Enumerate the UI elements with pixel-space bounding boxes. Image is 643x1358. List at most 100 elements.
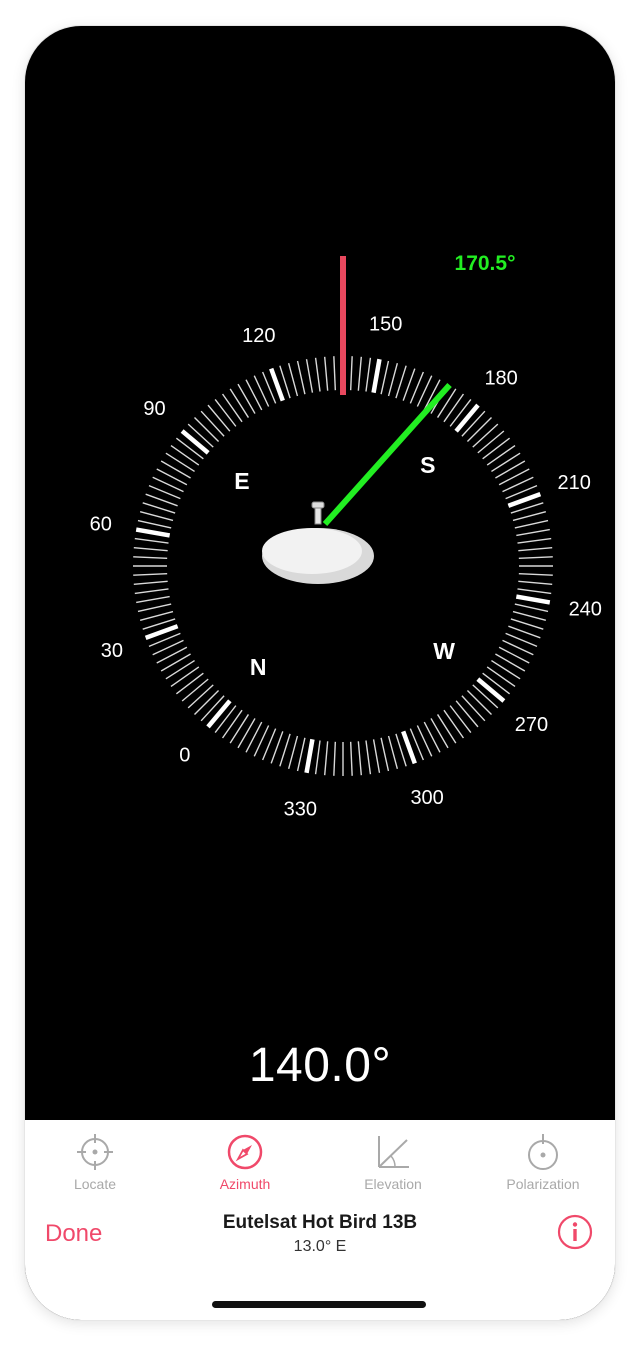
minor-tick (165, 452, 195, 473)
minor-tick (187, 684, 214, 709)
home-indicator (212, 1301, 426, 1308)
minor-tick (518, 580, 553, 586)
major-tick (476, 677, 506, 703)
minor-tick (449, 398, 472, 427)
major-tick (454, 403, 480, 433)
minor-tick (472, 423, 499, 448)
minor-tick (380, 737, 390, 772)
minor-tick (514, 603, 549, 613)
minor-tick (305, 359, 314, 393)
minor-tick (387, 362, 399, 397)
minor-tick (486, 666, 516, 688)
minor-tick (482, 672, 511, 695)
minor-tick (449, 705, 472, 734)
satellite-name: Eutelsat Hot Bird 13B (222, 1212, 418, 1233)
minor-tick (160, 653, 191, 672)
minor-tick (333, 356, 337, 391)
cardinal-S: S (420, 452, 435, 478)
cardinal-E: E (234, 468, 249, 494)
minor-tick (296, 360, 306, 395)
target-azimuth-readout: 170.5° (455, 252, 516, 275)
minor-tick (221, 709, 243, 739)
compass-dial[interactable]: 0 30 60 90 120 150 180 210 240 270 300 330 N E S W 170… (25, 26, 615, 1026)
minor-tick (214, 705, 237, 734)
minor-tick (514, 519, 549, 529)
minor-tick (365, 740, 372, 775)
minor-tick (491, 452, 521, 473)
dial-label: 90 (143, 398, 165, 420)
minor-tick (477, 430, 505, 454)
dial-label: 150 (369, 314, 402, 336)
minor-tick (482, 437, 511, 460)
minor-tick (512, 510, 547, 522)
info-icon[interactable] (557, 1214, 593, 1250)
minor-tick (357, 356, 363, 391)
minor-tick (466, 689, 492, 715)
cardinal-N: N (250, 654, 267, 680)
minor-tick (237, 383, 256, 414)
tab-label: Azimuth (219, 1176, 271, 1192)
minor-tick (517, 588, 552, 595)
minor-tick (133, 572, 168, 576)
major-tick (180, 429, 210, 455)
minor-tick (170, 666, 200, 688)
dial-label: 240 (569, 599, 602, 621)
minor-tick (175, 437, 204, 460)
dial-label: 30 (101, 640, 123, 662)
minor-tick (395, 365, 407, 399)
minor-tick (214, 398, 237, 427)
minor-tick (142, 502, 176, 514)
minor-tick (314, 357, 321, 392)
minor-tick (175, 672, 204, 695)
minor-tick (181, 678, 209, 702)
minor-tick (287, 362, 299, 397)
minor-tick (486, 444, 516, 466)
minor-tick (461, 410, 486, 437)
minor-tick (194, 417, 220, 443)
dial-label: 120 (242, 325, 275, 347)
minor-tick (387, 735, 399, 770)
minor-tick (510, 618, 544, 630)
angle-icon (378, 1136, 409, 1168)
minor-tick (430, 718, 449, 749)
minor-tick (194, 689, 220, 715)
minor-tick (314, 740, 321, 775)
minor-tick (436, 714, 457, 744)
minor-tick (136, 595, 170, 604)
minor-tick (498, 468, 530, 486)
minor-tick (245, 379, 263, 411)
minor-tick (512, 610, 547, 622)
tab-label: Polarization (506, 1176, 580, 1192)
minor-tick (466, 417, 492, 443)
minor-tick (245, 721, 263, 753)
crosshair-icon (77, 1134, 113, 1170)
tab-azimuth[interactable]: Azimuth (180, 1132, 310, 1192)
minor-tick (156, 468, 188, 486)
minor-tick (134, 588, 169, 595)
bottom-panel: Locate Azimuth Elevation Polarization Do… (25, 1120, 615, 1320)
minor-tick (461, 695, 486, 722)
minor-tick (380, 360, 390, 395)
tab-polarization[interactable]: Polarization (478, 1132, 608, 1192)
tab-label: Elevation (364, 1176, 422, 1192)
minor-tick (160, 460, 191, 479)
minor-tick (221, 393, 243, 423)
tab-elevation[interactable]: Elevation (328, 1132, 458, 1192)
minor-tick (279, 733, 291, 767)
minor-tick (229, 388, 250, 418)
tab-locate[interactable]: Locate (30, 1132, 160, 1192)
minor-tick (518, 546, 553, 552)
minor-tick (165, 659, 195, 680)
minor-tick (137, 519, 172, 529)
minor-tick (287, 735, 299, 770)
minor-tick (443, 393, 465, 423)
minor-tick (229, 714, 250, 744)
major-tick (304, 738, 315, 774)
tab-label: Locate (73, 1176, 117, 1192)
dial-label: 180 (484, 368, 517, 390)
compass-icon (227, 1134, 263, 1170)
minor-tick (455, 700, 479, 728)
dial-label: 300 (410, 787, 443, 809)
minor-tick (237, 718, 256, 749)
minor-tick (296, 737, 306, 772)
